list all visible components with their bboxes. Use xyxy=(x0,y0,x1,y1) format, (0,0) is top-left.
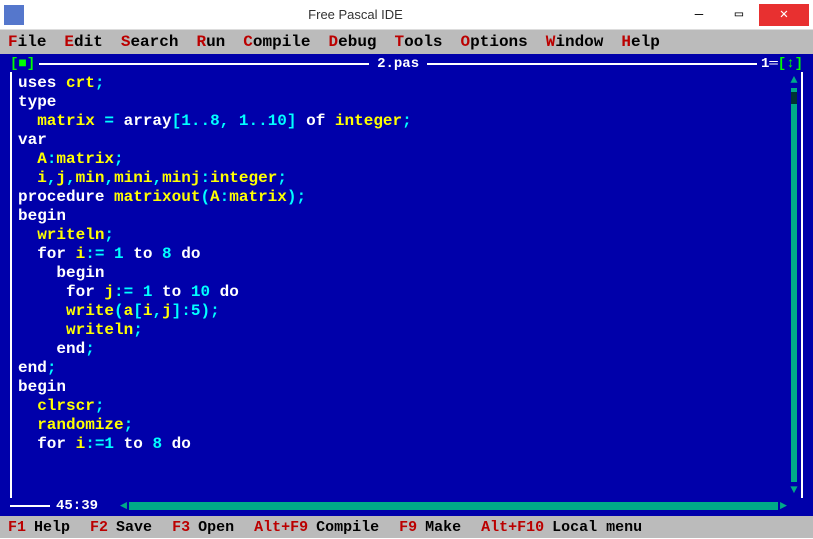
shortcut-label-save[interactable]: Save xyxy=(116,519,152,536)
statusbar: F1 Help F2 Save F3 Open Alt+F9 Compile F9 Make Alt… xyxy=(0,516,813,538)
cursor-position: 45:39 xyxy=(50,498,104,514)
shortcut-label-help[interactable]: Help xyxy=(34,519,70,536)
menu-window[interactable]: Window xyxy=(546,33,604,51)
border-left xyxy=(10,72,14,498)
menu-edit[interactable]: Edit xyxy=(64,33,102,51)
scroll-up-icon[interactable]: ▲ xyxy=(790,74,797,86)
editor-filename: 2.pas xyxy=(373,56,423,72)
shortcut-key: F1 xyxy=(8,519,26,536)
menu-run[interactable]: Run xyxy=(196,33,225,51)
close-button[interactable]: ✕ xyxy=(759,4,809,26)
scroll-down-icon[interactable]: ▼ xyxy=(790,484,797,496)
shortcut-key: F3 xyxy=(172,519,190,536)
frame-control-icon[interactable]: [■] xyxy=(10,56,35,72)
titlebar: Free Pascal IDE — ▭ ✕ xyxy=(0,0,813,30)
minimize-button[interactable]: — xyxy=(679,4,719,26)
vertical-scrollbar[interactable]: ▲ ▼ xyxy=(789,74,799,496)
menubar: File Edit Search Run Compile Debug Tools Option… xyxy=(0,30,813,54)
shortcut-key: F2 xyxy=(90,519,108,536)
maximize-button[interactable]: ▭ xyxy=(719,4,759,26)
shortcut-key: F9 xyxy=(399,519,417,536)
menu-compile[interactable]: Compile xyxy=(243,33,310,51)
menu-tools[interactable]: Tools xyxy=(395,33,443,51)
editor-frame-top: [■] 2.pas 1 ═ [↕] xyxy=(10,56,803,72)
scroll-right-icon[interactable]: ► xyxy=(780,499,787,513)
menu-search[interactable]: Search xyxy=(121,33,179,51)
shortcut-label-make[interactable]: Make xyxy=(425,519,461,536)
code-editor[interactable]: uses crt;type matrix = array[1..8, 1..10… xyxy=(18,74,787,496)
horizontal-scrollbar[interactable]: ◄ ► xyxy=(120,500,787,512)
editor-area: [■] 2.pas 1 ═ [↕] uses crt;type matrix =… xyxy=(0,54,813,516)
menu-help[interactable]: Help xyxy=(621,33,659,51)
border-right xyxy=(799,72,803,498)
window-buttons: — ▭ ✕ xyxy=(679,4,809,26)
menu-file[interactable]: File xyxy=(8,33,46,51)
editor-frame-bottom: 45:39 ◄ ► xyxy=(10,498,803,514)
scroll-left-icon[interactable]: ◄ xyxy=(120,499,127,513)
app-icon xyxy=(4,5,24,25)
menu-options[interactable]: Options xyxy=(461,33,528,51)
menu-debug[interactable]: Debug xyxy=(329,33,377,51)
shortcut-label-compile[interactable]: Compile xyxy=(316,519,379,536)
shortcut-label-local-menu[interactable]: Local menu xyxy=(552,519,642,536)
resize-icon[interactable]: [↕] xyxy=(778,56,803,72)
window-title: Free Pascal IDE xyxy=(32,7,679,22)
shortcut-key: Alt+F10 xyxy=(481,519,544,536)
shortcut-label-open[interactable]: Open xyxy=(198,519,234,536)
shortcut-key: Alt+F9 xyxy=(254,519,308,536)
